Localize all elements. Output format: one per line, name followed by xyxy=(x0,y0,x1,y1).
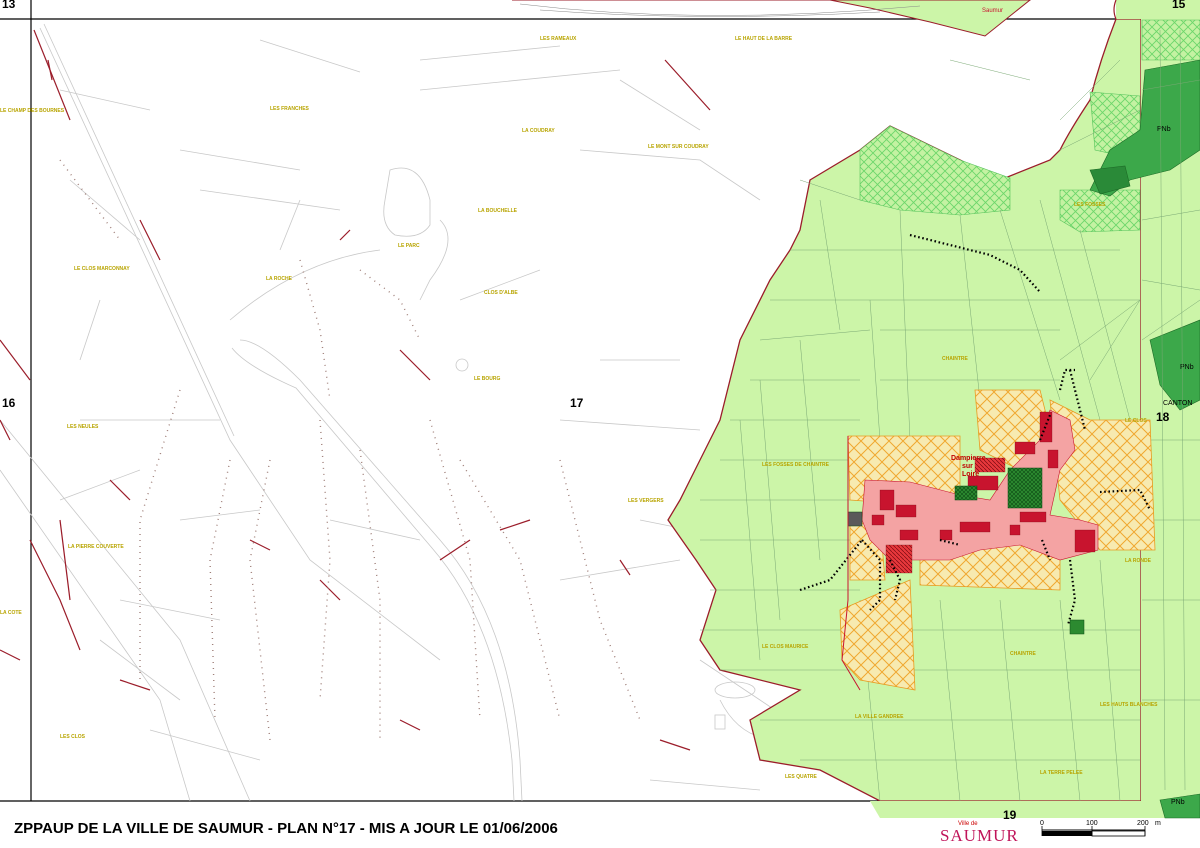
plan-title: ZPPAUP DE LA VILLE DE SAUMUR - PLAN N°17… xyxy=(14,820,558,837)
grid-number-left: 16 xyxy=(2,396,16,410)
zppaup-map: PNb PNb PNb CANTON LES RAMEAUX LE HAUT D… xyxy=(0,0,1200,819)
village-name-line3: Loire xyxy=(962,471,979,478)
scale-label-100: 100 xyxy=(1086,820,1098,827)
background-linework xyxy=(0,23,791,802)
place-label: LA RONDE xyxy=(1125,558,1152,564)
top-town-label: Saumur xyxy=(982,8,1003,14)
place-label: LES CLOS xyxy=(60,734,86,740)
place-label: LES FOSSES xyxy=(1074,202,1106,208)
place-label: LE CHAMP DES BOURNES xyxy=(0,108,65,114)
place-label: LES RAMEAUX xyxy=(540,36,577,42)
place-label: LA PIERRE COUVERTE xyxy=(68,544,124,550)
place-labels: LES RAMEAUX LE HAUT DE LA BARRE LES FRAN… xyxy=(0,36,818,780)
neighbour-sheet-top xyxy=(512,0,1031,37)
place-label: LE CLOS MARCONNAY xyxy=(74,266,130,272)
place-label: CHAINTRE xyxy=(1010,651,1036,657)
pnb-label: PNb xyxy=(1171,799,1185,806)
grid-number-center: 17 xyxy=(570,396,584,410)
grid-number-right: 18 xyxy=(1156,410,1170,424)
place-label: LA TERRE PELEE xyxy=(1040,770,1083,776)
grid-number-bottom: 19 xyxy=(1003,808,1017,822)
place-label: LE HAUT DE LA BARRE xyxy=(735,36,793,42)
place-label: LA ROCHE xyxy=(266,276,293,282)
place-label: LES VERGERS xyxy=(628,498,664,504)
village-name-line2: sur xyxy=(962,463,973,470)
place-label: LES HAUTS BLANCHES xyxy=(1100,702,1158,708)
place-label: LE CLOS MAURICE xyxy=(762,644,809,650)
place-label: LA COTE xyxy=(0,610,22,616)
canton-label: CANTON xyxy=(1163,400,1192,407)
scale-unit: m xyxy=(1155,820,1161,827)
place-label: LE PARC xyxy=(398,243,420,249)
place-label: LE CLOS xyxy=(1125,418,1147,424)
place-label: LA COUDRAY xyxy=(522,128,555,134)
grid-number-top-left: 13 xyxy=(2,0,16,11)
scale-label-0: 0 xyxy=(1040,820,1044,827)
grid-number-top-right: 15 xyxy=(1172,0,1186,11)
place-label: LA VILLE GANDREE xyxy=(855,714,904,720)
scale-label-200: 200 xyxy=(1137,820,1149,827)
pnb-label: PNb xyxy=(1157,126,1171,133)
place-label: LES FOSSES DE CHAINTRE xyxy=(762,462,830,468)
saumur-logo: SAUMUR xyxy=(940,826,1019,845)
scale-bar xyxy=(1041,826,1146,837)
place-label: LA BOUCHELLE xyxy=(478,208,518,214)
place-label: LE BOURG xyxy=(474,376,501,382)
place-label: LES QUATRE xyxy=(785,774,818,780)
place-label: CHAINTRE xyxy=(942,356,968,362)
boundary-lines xyxy=(0,29,711,751)
place-label: LE MONT SUR COUDRAY xyxy=(648,144,709,150)
village-name-line1: Dampierre xyxy=(951,455,986,462)
place-label: LES FRANCHES xyxy=(270,106,310,112)
place-label: CLOS D'ALBE xyxy=(484,290,518,296)
place-label: LES NEULES xyxy=(67,424,99,430)
